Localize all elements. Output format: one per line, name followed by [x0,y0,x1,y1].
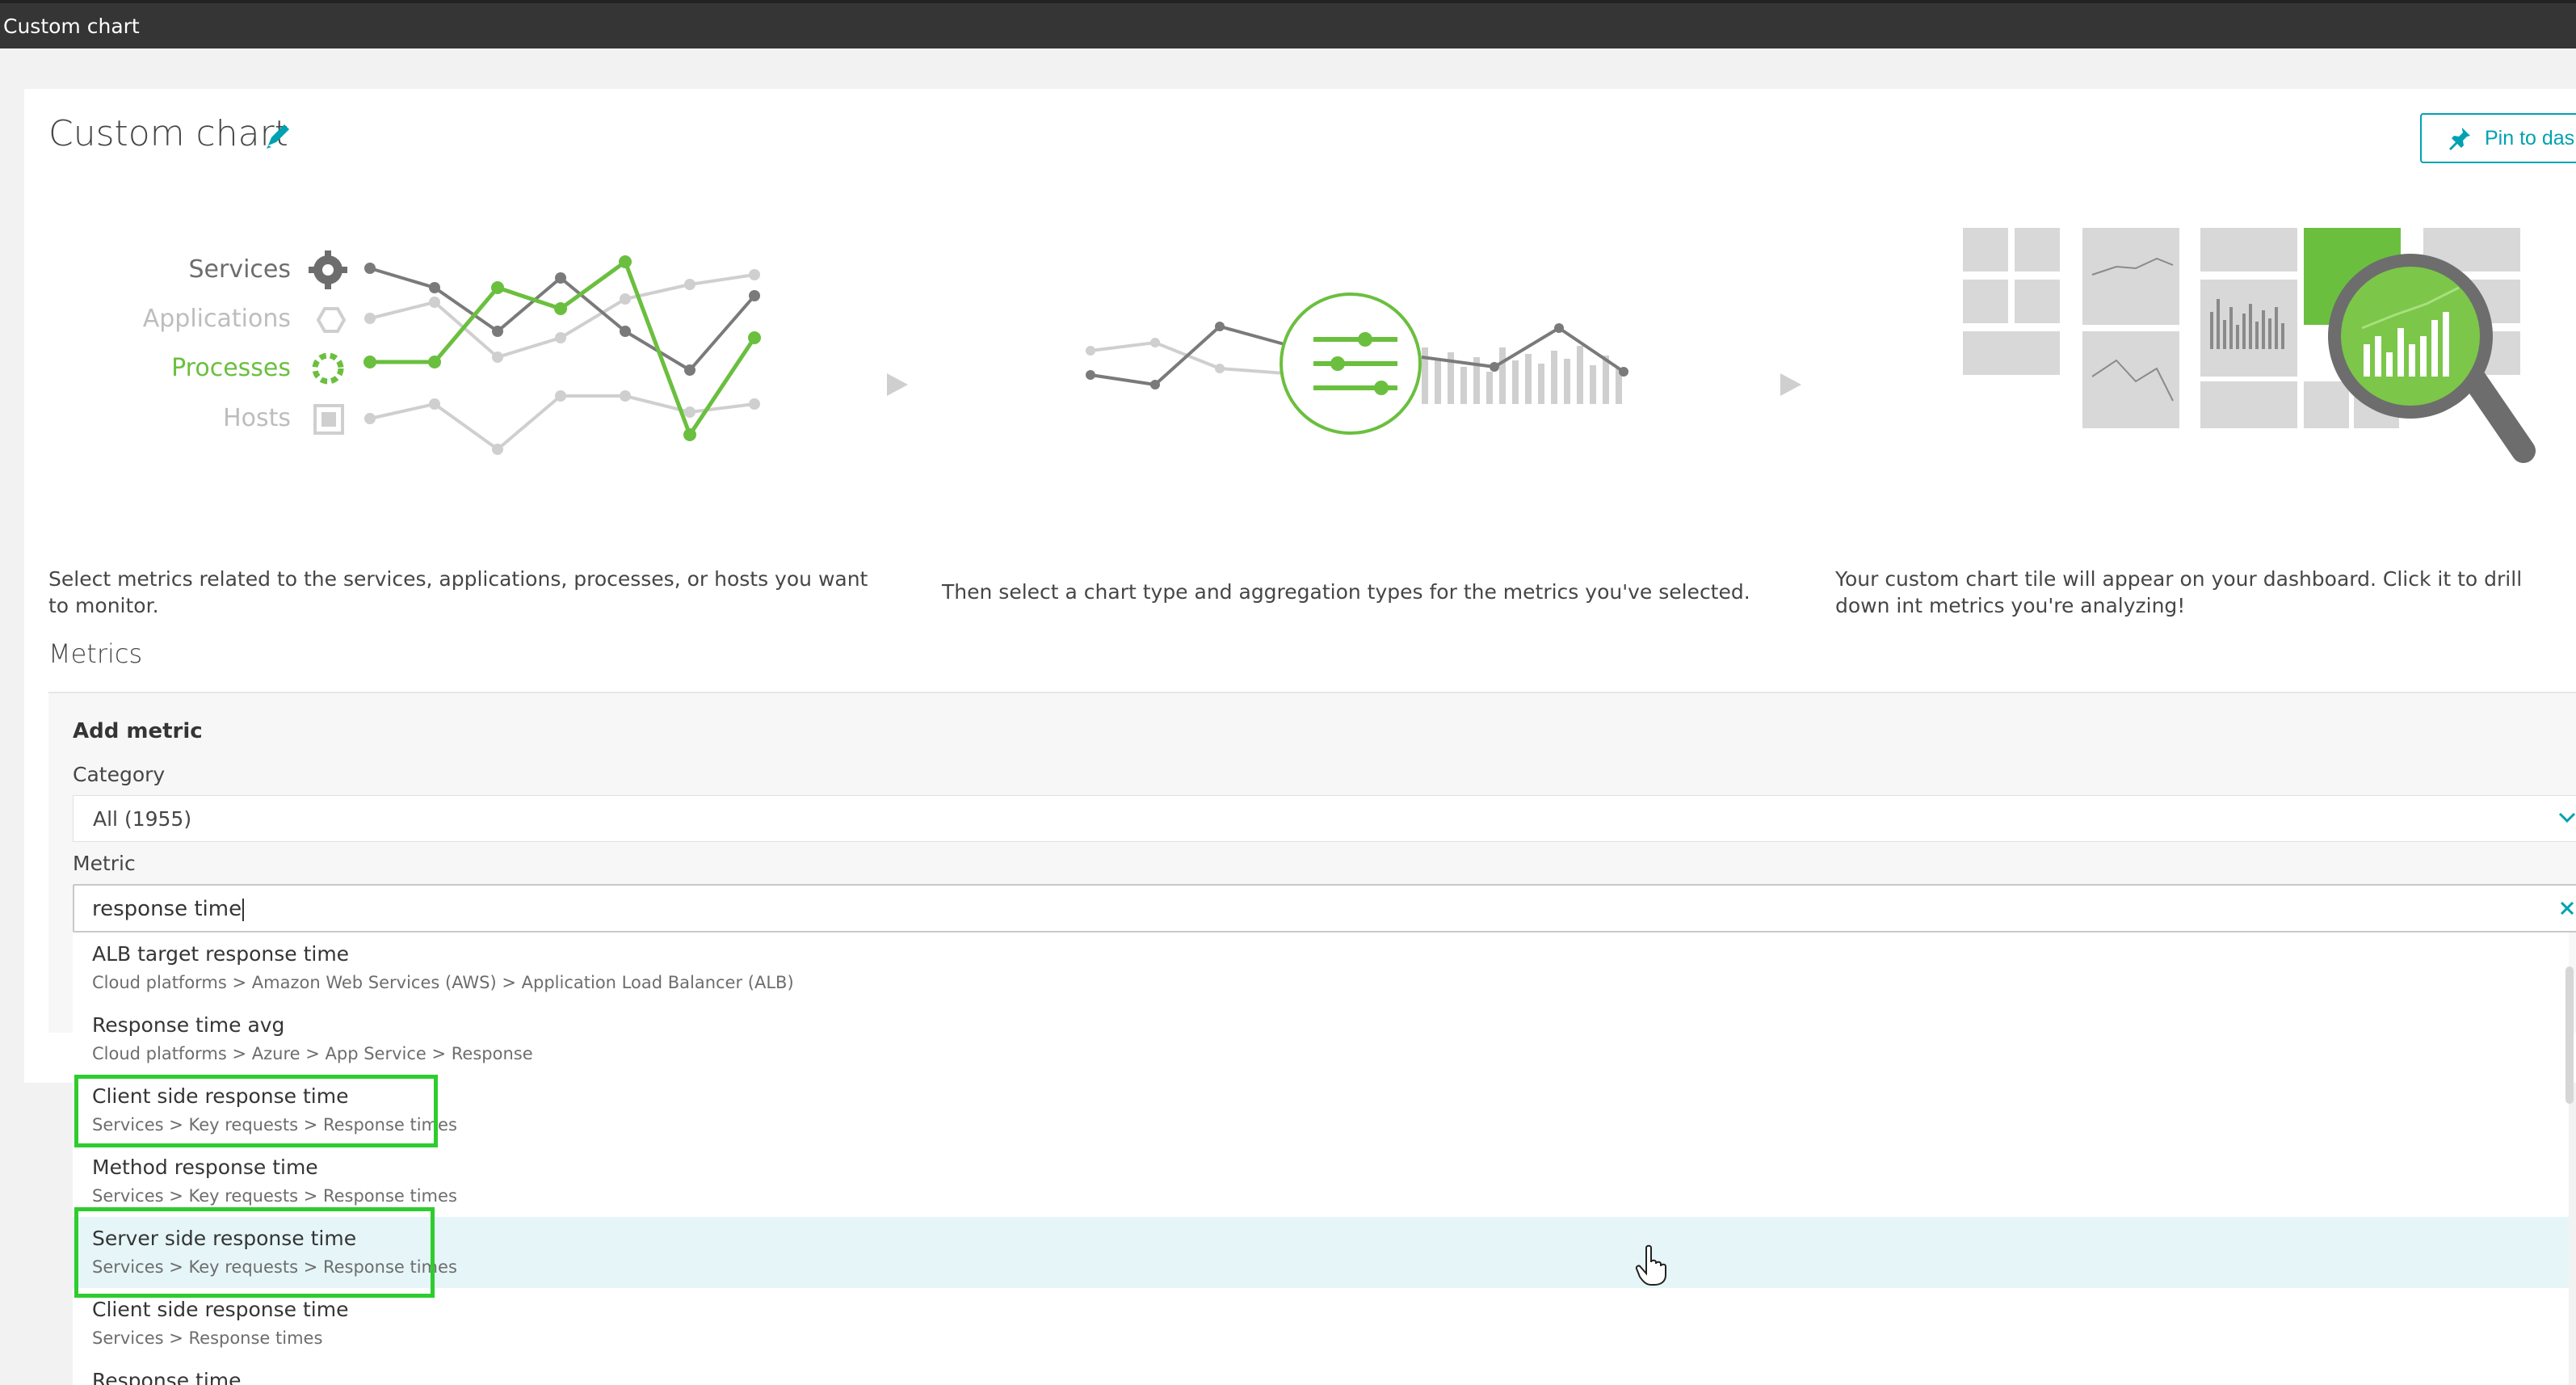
category-value: All (1955) [93,807,192,831]
list-item-path: Cloud platforms > Azure > App Service > … [92,1044,533,1063]
annotation-highlight-box [74,1075,438,1147]
pin-to-dashboard-button[interactable]: Pin to das [2420,113,2576,163]
step-1-description: Select metrics related to the services, … [48,567,868,617]
step-2-description: Then select a chart type and aggregation… [942,580,1750,604]
list-item-name: Client side response time [92,1298,349,1321]
pin-icon [2449,128,2470,150]
label-hosts: Hosts [223,404,291,432]
label-applications: Applications [142,305,291,333]
list-item[interactable]: Client side response time Services > Key… [73,1075,2569,1146]
list-item[interactable]: Client side response time Services > Res… [73,1288,2569,1359]
category-select[interactable]: All (1955) [73,795,2576,842]
gear-icon [309,250,347,289]
processes-icon [312,352,344,385]
list-item[interactable]: Response time [73,1359,2569,1385]
metrics-line-illustration [309,250,761,455]
pin-button-label: Pin to das [2485,127,2575,149]
metric-input-value: response time [92,897,242,921]
list-item[interactable]: ALB target response time Cloud platforms… [73,932,2569,1004]
window-title: Custom chart [3,15,140,38]
category-label: Category [73,763,166,786]
pencil-icon[interactable] [263,121,291,150]
chart-type-illustration [1086,293,1628,435]
step-arrow-icon [1780,373,1801,396]
list-item-name: Response time avg [92,1013,285,1037]
label-services: Services [188,255,291,284]
step-arrow-icon [887,373,908,396]
chevron-down-icon [2558,812,2576,823]
list-item[interactable]: Method response time Services > Key requ… [73,1146,2569,1217]
dashboard-illustration [1963,228,2536,463]
list-item-path: Services > Response times [92,1328,323,1348]
annotation-highlight-box [74,1207,435,1298]
close-icon[interactable] [2556,897,2576,920]
hand-cursor-icon [1635,1244,1666,1286]
metric-label: Metric [73,852,136,875]
metric-suggestions-dropdown: ALB target response time Cloud platforms… [73,932,2569,1385]
list-item-name: Response time [92,1369,242,1385]
list-item-name: Method response time [92,1156,318,1179]
list-item-path: Cloud platforms > Amazon Web Services (A… [92,973,794,992]
label-processes: Processes [171,354,291,382]
page-title: Custom chart [48,113,288,154]
list-item-path: Services > Key requests > Response times [92,1186,457,1206]
settings-sliders-icon [1280,293,1422,435]
list-item-highlighted[interactable]: Server side response time Services > Key… [73,1217,2569,1288]
dropdown-scrollbar[interactable] [2565,966,2574,1104]
metrics-heading: Metrics [48,638,143,669]
host-icon [313,404,344,435]
window-titlebar: Custom chart [0,0,2576,48]
step-3-description: Your custom chart tile will appear on yo… [1835,567,2523,617]
add-metric-heading: Add metric [73,719,203,743]
list-item-name: ALB target response time [92,942,350,966]
metric-search-input[interactable]: response time [73,884,2576,932]
hexagon-icon [316,307,347,333]
list-item[interactable]: Response time avg Cloud platforms > Azur… [73,1004,2569,1075]
